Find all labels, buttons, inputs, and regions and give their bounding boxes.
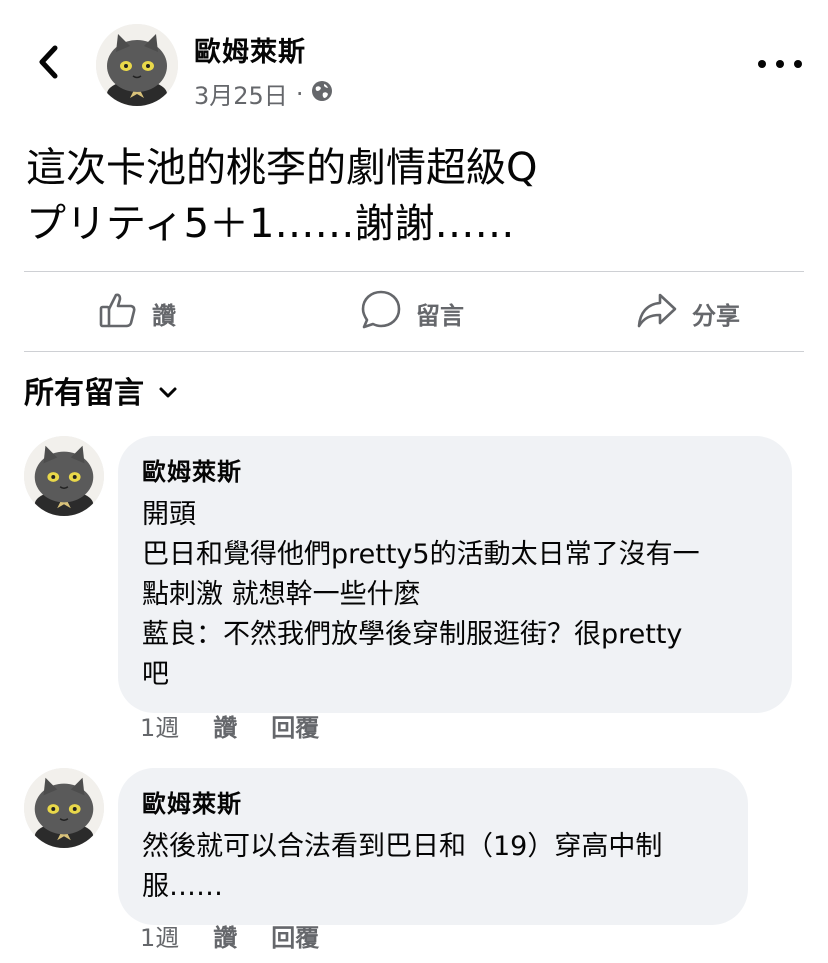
comment-time[interactable]: 1週 [140,918,179,953]
author-avatar[interactable] [96,24,178,106]
post-date[interactable]: 3月25日 [194,76,288,111]
comment-line: 然後就可以合法看到巴日和（19）穿高中制 [142,831,663,862]
author-name[interactable]: 歐姆萊斯 [194,30,306,69]
share-arrow-icon [636,290,678,336]
comment-reply-button[interactable]: 回覆 [271,708,319,743]
comment-bubble-icon [360,289,402,337]
commenter-name[interactable]: 歐姆萊斯 [142,452,766,487]
comment-bubble[interactable]: 歐姆萊斯 開頭 巴日和覺得他們pretty5的活動太日常了沒有一 點刺激 就想幹… [118,436,792,713]
comment-text: 開頭 巴日和覺得他們pretty5的活動太日常了沒有一 點刺激 就想幹一些什麼 … [142,495,766,695]
more-options-button[interactable] [758,50,802,78]
back-button[interactable] [30,44,66,84]
share-label: 分享 [692,301,740,330]
comment-line: 服…… [142,871,223,902]
post-text: 這次卡池的桃李的劇情超級Q プリティ5＋1……謝謝…… [26,140,806,252]
comment-button[interactable]: 留言 [360,288,464,338]
meta-separator: · [295,79,304,108]
like-label: 讚 [152,301,176,330]
thumbs-up-icon [98,290,138,336]
comment-reply-button[interactable]: 回覆 [271,918,319,953]
like-button[interactable]: 讚 [98,288,176,338]
comment-label: 留言 [416,301,464,330]
comment-text: 然後就可以合法看到巴日和（19）穿高中制 服…… [142,827,722,907]
post-text-line: 這次卡池的桃李的劇情超級Q [26,145,538,191]
comments-sort-dropdown[interactable]: 所有留言 [24,368,178,412]
comment-line: 開頭 [142,499,196,530]
commenter-avatar[interactable] [24,436,104,516]
comment-line: 巴日和覺得他們pretty5的活動太日常了沒有一 [142,539,700,570]
commenter-avatar[interactable] [24,768,104,848]
chevron-left-icon [36,44,60,84]
comment-like-button[interactable]: 讚 [213,918,237,953]
more-horizontal-icon [758,60,766,68]
comment-line: 藍良：不然我們放學後穿制服逛街？很pretty [142,619,683,650]
comment-like-button[interactable]: 讚 [213,708,237,743]
share-button[interactable]: 分享 [636,288,740,338]
post-text-line: プリティ5＋1……謝謝…… [26,201,515,247]
comment-line: 點刺激 就想幹一些什麼 [142,579,421,610]
comment-line: 吧 [142,659,169,690]
chevron-down-icon [158,373,178,408]
comments-sort-label: 所有留言 [24,376,144,411]
post-meta: 3月25日 · [194,76,333,111]
comment-bubble[interactable]: 歐姆萊斯 然後就可以合法看到巴日和（19）穿高中制 服…… [118,768,748,925]
globe-icon [311,80,333,108]
comment-time[interactable]: 1週 [140,708,179,743]
divider [24,271,804,272]
commenter-name[interactable]: 歐姆萊斯 [142,784,722,819]
divider [24,351,804,352]
comment-actions: 1週 讚 回覆 [140,708,353,743]
comment-actions: 1週 讚 回覆 [140,918,353,953]
